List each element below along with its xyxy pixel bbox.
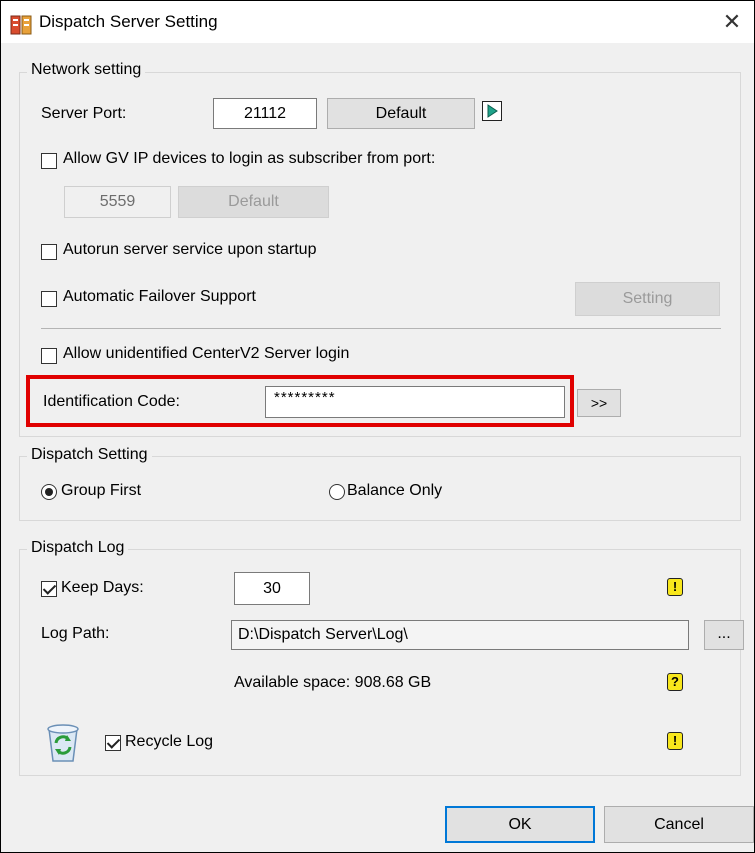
recycle-log-label: Recycle Log [125,733,214,750]
recycle-warning-icon[interactable]: ! [667,732,683,750]
identification-code-label: Identification Code: [43,393,180,410]
dialog-window: Dispatch Server Setting ✕ Network settin… [0,0,755,853]
keep-days-warning-icon[interactable]: ! [667,578,683,596]
allow-unidentified-label: Allow unidentified CenterV2 Server login [63,345,350,362]
autorun-checkbox[interactable] [41,244,57,260]
identification-code-more-button[interactable]: >> [577,389,621,417]
network-setting-title: Network setting [27,61,146,79]
browse-log-path-button[interactable]: ... [704,620,744,650]
server-port-default-button[interactable]: Default [327,98,475,129]
allow-gv-label: Allow GV IP devices to login as subscrib… [63,150,436,167]
cancel-button[interactable]: Cancel [604,806,754,843]
balance-only-radio[interactable] [329,484,345,500]
server-app-icon [10,15,32,35]
ok-button[interactable]: OK [445,806,595,843]
dispatch-log-title: Dispatch Log [27,539,129,557]
title-bar: Dispatch Server Setting ✕ [1,1,754,43]
failover-label: Automatic Failover Support [63,288,256,305]
allow-unidentified-checkbox[interactable] [41,348,57,364]
autorun-label: Autorun server service upon startup [63,241,317,258]
server-port-label: Server Port: [41,105,127,122]
network-divider [41,328,721,329]
keep-days-input[interactable]: 30 [234,572,310,605]
play-arrow-icon[interactable] [482,101,502,121]
group-first-label: Group First [61,482,142,499]
identification-code-input[interactable]: ********* [265,386,565,418]
failover-setting-button[interactable]: Setting [575,282,720,316]
recycle-bin-icon [47,724,79,762]
dispatch-setting-title: Dispatch Setting [27,446,152,464]
gv-port-input[interactable]: 5559 [64,186,171,218]
gv-port-default-button[interactable]: Default [178,186,329,218]
server-port-input[interactable]: 21112 [213,98,317,129]
group-first-radio[interactable] [41,484,57,500]
balance-only-label: Balance Only [347,482,443,499]
log-path-input[interactable]: D:\Dispatch Server\Log\ [231,620,689,650]
recycle-log-checkbox[interactable] [105,735,121,751]
allow-gv-checkbox[interactable] [41,153,57,169]
help-icon[interactable]: ? [667,673,683,691]
window-title: Dispatch Server Setting [39,12,218,31]
available-space-text: Available space: 908.68 GB [234,674,432,691]
failover-checkbox[interactable] [41,291,57,307]
keep-days-label: Keep Days: [61,579,144,596]
close-icon[interactable]: ✕ [714,7,750,37]
keep-days-checkbox[interactable] [41,581,57,597]
log-path-label: Log Path: [41,625,110,642]
